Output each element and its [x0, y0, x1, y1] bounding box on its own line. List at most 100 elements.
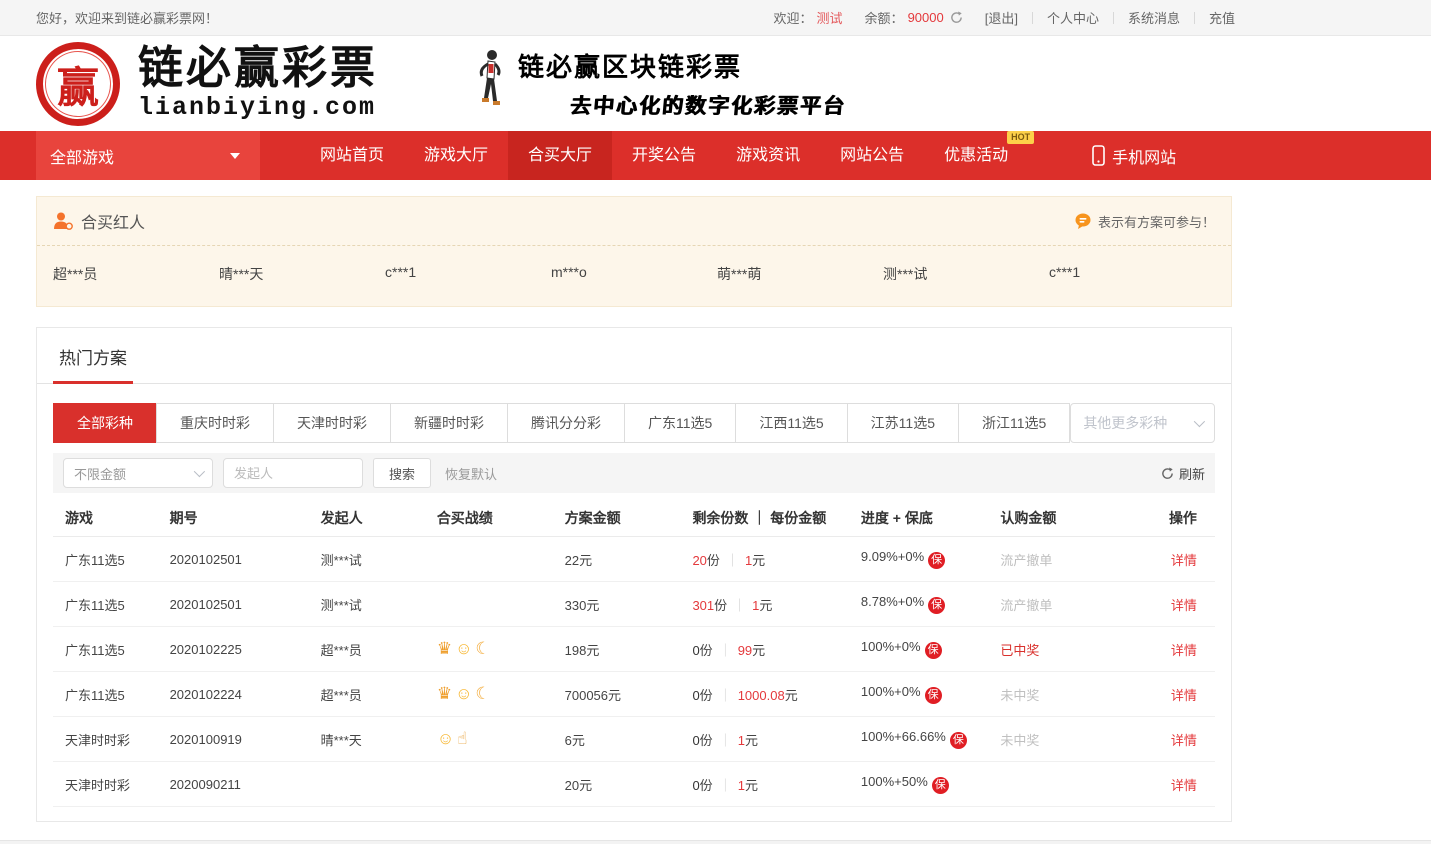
cell-initiator: 测***试 [309, 595, 425, 614]
cell-shares: 20份｜1元 [680, 550, 848, 569]
cell-initiator: 超***员 [309, 685, 425, 704]
system-messages-link[interactable]: 系统消息 [1128, 8, 1180, 27]
cell-progress: 100%+0%保 [849, 639, 988, 659]
thumb-icon: ☝ [457, 729, 467, 748]
cell-shares: 0份｜99元 [680, 640, 848, 659]
tab-js11x5[interactable]: 江苏11选5 [847, 403, 959, 443]
progress-value: 100%+66.66% [861, 729, 946, 744]
smile-icon: ☺ [455, 684, 472, 703]
cobuy-user[interactable]: c***1 [1049, 264, 1215, 284]
refresh-label: 刷新 [1179, 464, 1205, 483]
recharge-link[interactable]: 充值 [1209, 8, 1235, 27]
tab-cqssc[interactable]: 重庆时时彩 [156, 403, 274, 443]
tab-all-lotteries[interactable]: 全部彩种 [53, 403, 157, 443]
site-header: 赢 链必赢彩票 lianbiying.com 链必赢区块链彩票 去中心化的数字化… [0, 36, 1431, 131]
nav-item-draw-announcements[interactable]: 开奖公告 [612, 131, 716, 180]
top-bar: 您好，欢迎来到链必赢彩票网！ 欢迎： 测试 余额： 90000 [退出] 个人中… [0, 0, 1431, 36]
reset-defaults-link[interactable]: 恢复默认 [445, 464, 497, 483]
tab-txffc[interactable]: 腾讯分分彩 [507, 403, 625, 443]
details-link[interactable]: 详情 [1171, 553, 1197, 568]
crown-icon: ♛ [437, 684, 452, 703]
cell-issue: 2020102501 [158, 552, 309, 567]
cell-progress: 8.78%+0%保 [849, 594, 988, 614]
cell-game: 天津时时彩 [53, 775, 158, 794]
tab-zj11x5[interactable]: 浙江11选5 [958, 403, 1070, 443]
nav-item-site-announcements[interactable]: 网站公告 [820, 131, 924, 180]
cobuy-user[interactable]: m***o [551, 264, 717, 284]
cobuy-tip-text: 表示有方案可参与！ [1098, 212, 1215, 231]
cell-progress: 9.09%+0%保 [849, 549, 988, 569]
cell-issue: 2020090211 [158, 777, 309, 792]
cell-purchase-status: 已中奖 [988, 640, 1127, 659]
progress-value: 8.78%+0% [861, 594, 924, 609]
tab-xjssc[interactable]: 新疆时时彩 [390, 403, 508, 443]
cell-issue: 2020102225 [158, 642, 309, 657]
cell-action: 详情 [1128, 730, 1215, 749]
purchase-status: 未中奖 [1000, 688, 1039, 703]
all-games-dropdown[interactable]: 全部游戏 [36, 131, 260, 180]
tab-gd11x5[interactable]: 广东11选5 [624, 403, 736, 443]
tab-hot-plans[interactable]: 热门方案 [53, 328, 133, 384]
details-link[interactable]: 详情 [1171, 688, 1197, 703]
nav-item-game-news[interactable]: 游戏资讯 [716, 131, 820, 180]
purchase-status: 流产撤单 [1000, 553, 1052, 568]
smile-icon: ☺ [437, 729, 454, 748]
cobuy-tip: 表示有方案可参与！ [1075, 212, 1215, 231]
col-purchase: 认购金额 [988, 508, 1127, 528]
mobile-site-link[interactable]: 手机网站 [1092, 131, 1176, 180]
table-row: 广东11选5 2020102501 测***试 22元 20份｜1元 9.09%… [53, 537, 1215, 582]
nav-item-home[interactable]: 网站首页 [300, 131, 404, 180]
cell-action: 详情 [1128, 550, 1215, 569]
user-center-link[interactable]: 个人中心 [1047, 8, 1099, 27]
logo-seal-icon[interactable]: 赢 [32, 37, 124, 129]
cobuy-user[interactable]: 萌***萌 [717, 264, 883, 284]
initiator-search-input[interactable] [223, 458, 363, 488]
nav-item-game-hall[interactable]: 游戏大厅 [404, 131, 508, 180]
balance-refresh-icon[interactable] [950, 11, 963, 24]
tab-jx11x5[interactable]: 江西11选5 [735, 403, 847, 443]
cobuy-user[interactable]: 超***员 [53, 264, 219, 284]
separator: ｜ [726, 553, 739, 568]
amount-filter-value: 不限金额 [74, 464, 126, 483]
divider [1194, 12, 1195, 24]
site-title-block[interactable]: 链必赢彩票 lianbiying.com [138, 45, 378, 121]
chevron-down-icon [230, 153, 240, 159]
guarantee-badge: 保 [932, 777, 949, 794]
money-unit: 元 [759, 598, 772, 613]
details-link[interactable]: 详情 [1171, 778, 1197, 793]
nav-item-cobuy-hall[interactable]: 合买大厅 [508, 131, 612, 180]
shares-unit: 份 [700, 733, 713, 748]
refresh-button[interactable]: 刷新 [1161, 464, 1205, 483]
cell-amount: 6元 [553, 730, 681, 749]
separator: ｜ [733, 598, 746, 613]
more-lotteries-dropdown[interactable]: 其他更多彩种 [1070, 403, 1215, 443]
plans-table: 游戏 期号 发起人 合买战绩 方案金额 剩余份数 ｜ 每份金额 进度 + 保底 … [53, 499, 1215, 807]
tab-tjssc[interactable]: 天津时时彩 [273, 403, 391, 443]
cell-amount: 20元 [553, 775, 681, 794]
mascot-illustration [474, 48, 504, 119]
details-link[interactable]: 详情 [1171, 733, 1197, 748]
cell-amount: 700056元 [553, 685, 681, 704]
cell-record: ♛☺☾ [425, 639, 553, 659]
nav-item-promotions[interactable]: 优惠活动 HOT [924, 131, 1028, 180]
refresh-icon [1161, 467, 1174, 480]
logout-link[interactable]: [退出] [985, 8, 1018, 27]
money-unit: 元 [785, 688, 798, 703]
chevron-down-icon [194, 466, 205, 477]
per-share-amount: 99 [738, 643, 752, 658]
amount-filter-select[interactable]: 不限金额 [63, 458, 213, 488]
cobuy-user[interactable]: 晴***天 [219, 264, 385, 284]
greeting-text: 您好，欢迎来到链必赢彩票网！ [36, 8, 218, 27]
slogan-block: 链必赢区块链彩票 去中心化的数字化彩票平台 [518, 47, 846, 120]
details-link[interactable]: 详情 [1171, 598, 1197, 613]
details-link[interactable]: 详情 [1171, 643, 1197, 658]
cell-game: 天津时时彩 [53, 730, 158, 749]
cobuy-user[interactable]: c***1 [385, 264, 551, 284]
username-link[interactable]: 测试 [817, 8, 843, 27]
search-button[interactable]: 搜索 [373, 458, 431, 488]
cell-purchase-status: 流产撤单 [988, 595, 1127, 614]
cobuy-user[interactable]: 测***试 [883, 264, 1049, 284]
per-share-amount: 1000.08 [738, 688, 785, 703]
cell-initiator: 超***员 [309, 640, 425, 659]
site-name: 链必赢彩票 [138, 45, 378, 92]
